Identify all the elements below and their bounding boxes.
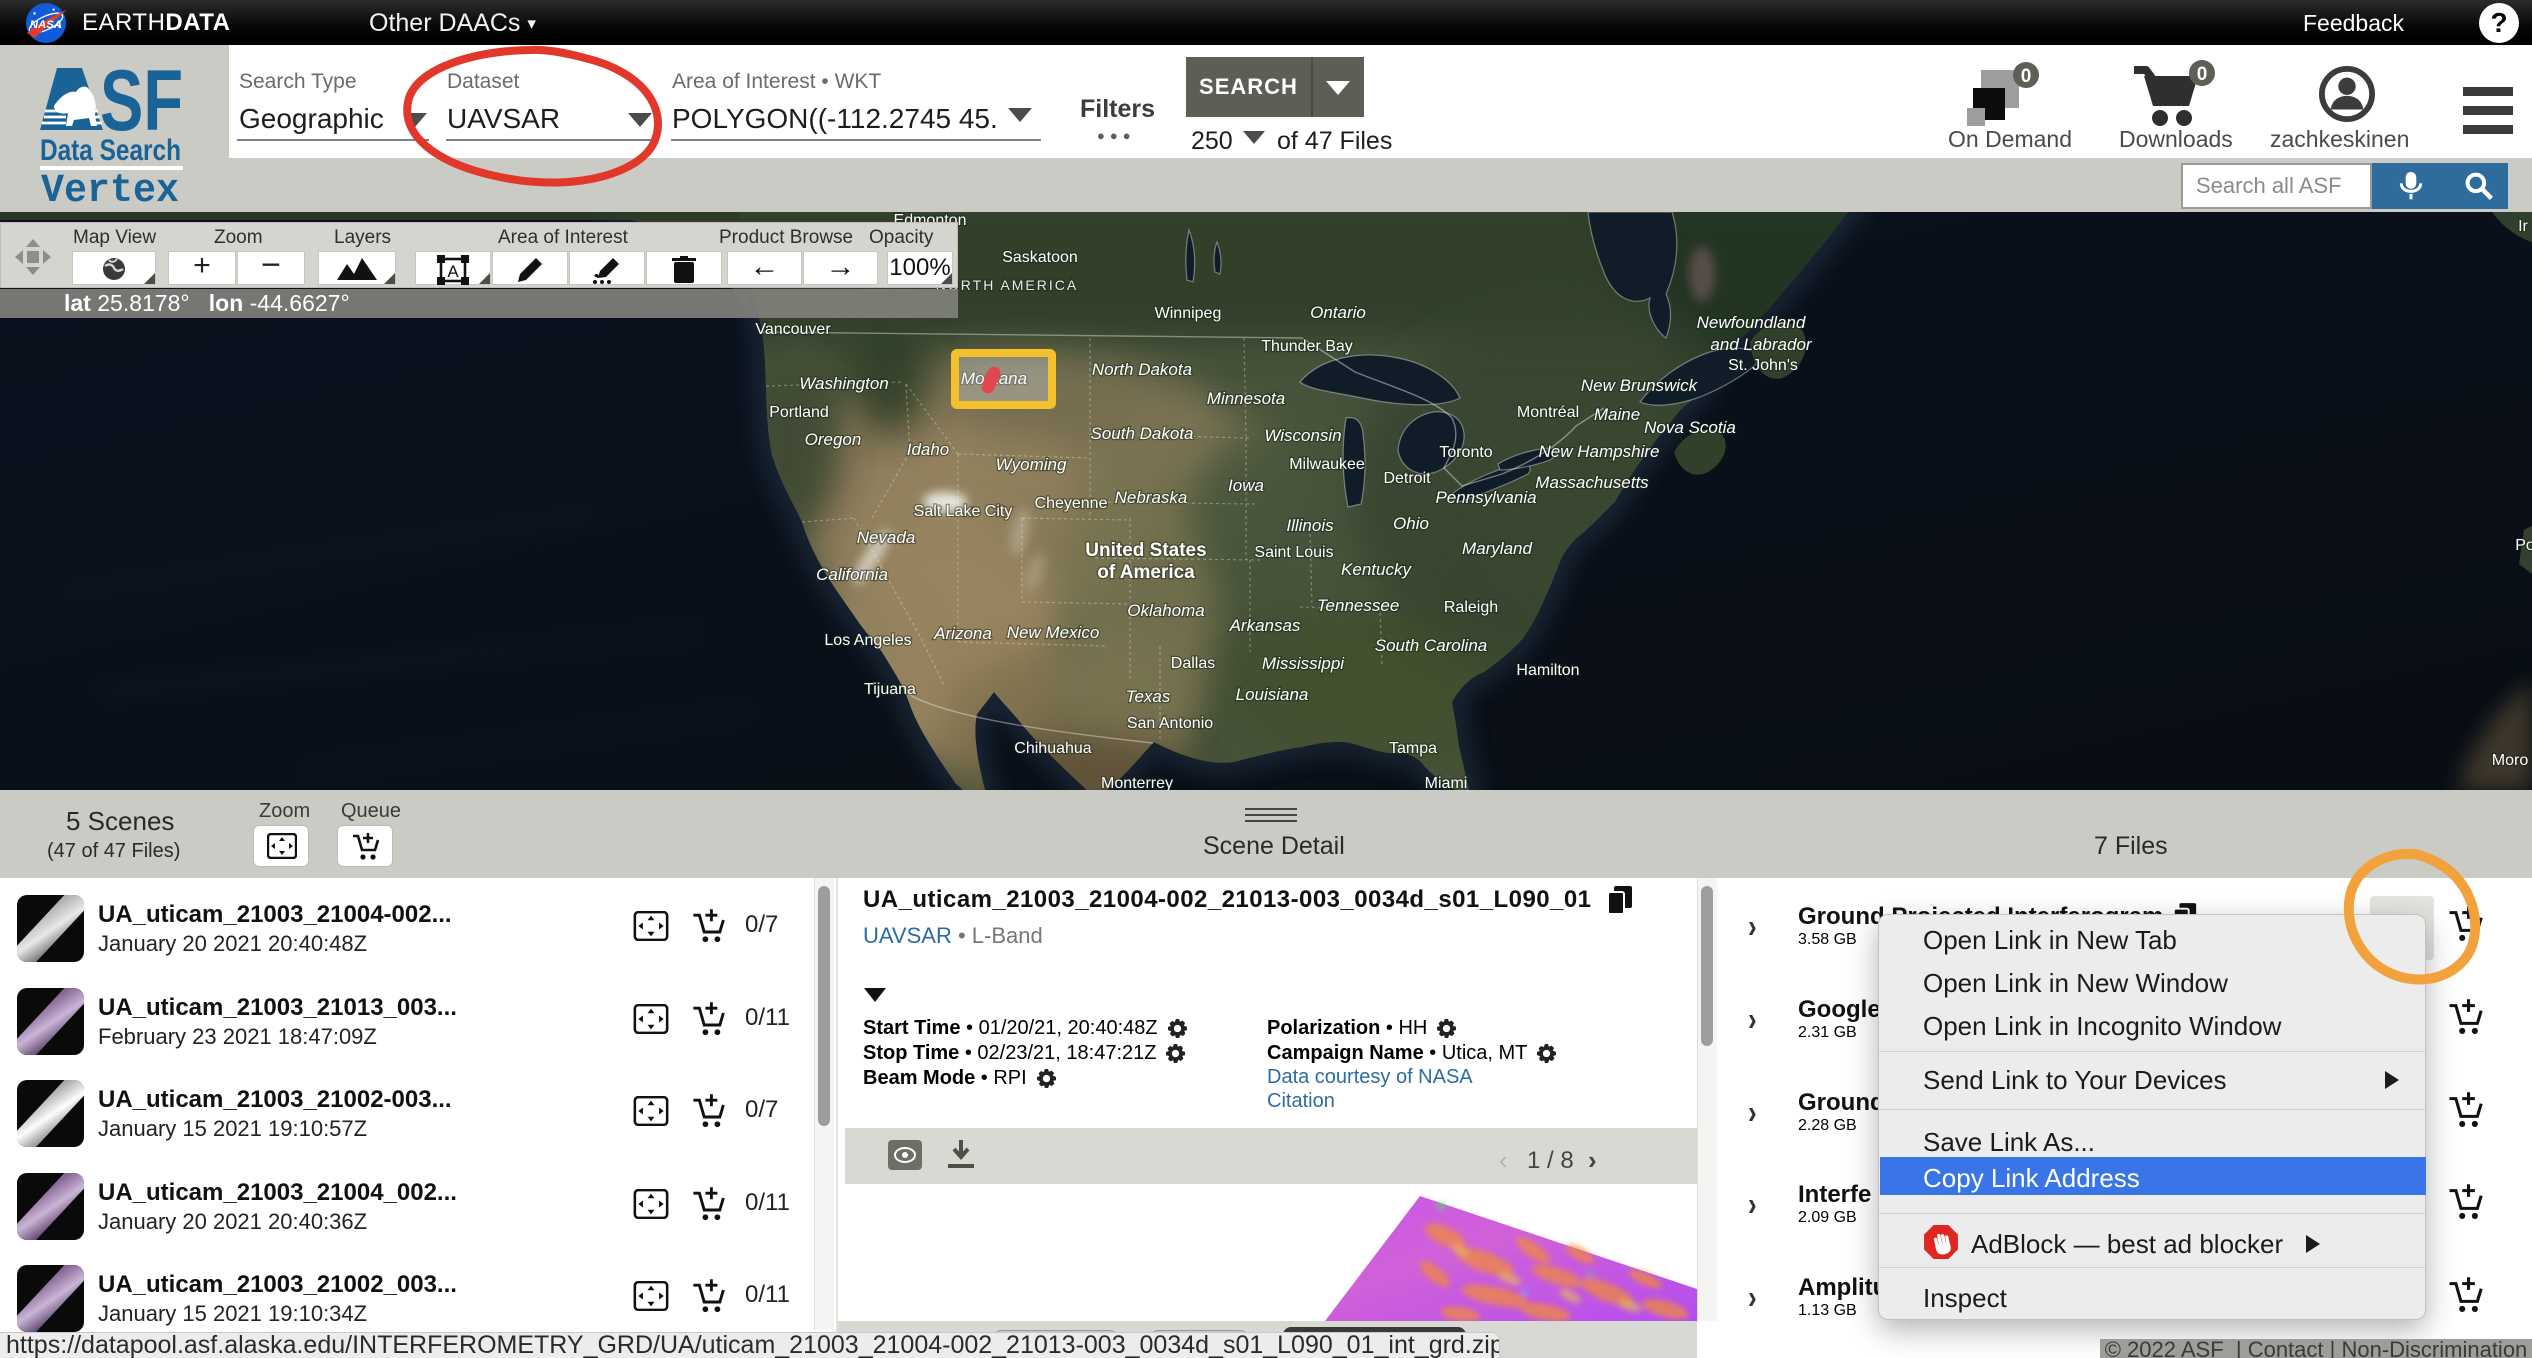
svg-text:Nova Scotia: Nova Scotia: [1644, 418, 1736, 437]
svg-text:Miami: Miami: [1425, 775, 1468, 790]
svg-text:Arizona: Arizona: [933, 624, 992, 643]
svg-text:Mississippi: Mississippi: [1262, 654, 1345, 673]
svg-text:Thunder Bay: Thunder Bay: [1261, 338, 1353, 355]
svg-text:Po: Po: [2515, 537, 2532, 554]
svg-text:Hamilton: Hamilton: [1516, 662, 1579, 679]
svg-text:Milwaukee: Milwaukee: [1289, 456, 1365, 473]
svg-text:and Labrador: and Labrador: [1710, 335, 1812, 354]
svg-text:Portland: Portland: [769, 404, 829, 421]
svg-text:South Dakota: South Dakota: [1090, 424, 1193, 443]
svg-text:0: 0: [2021, 66, 2032, 87]
svg-text:Kentucky: Kentucky: [1341, 560, 1412, 579]
svg-text:Moro: Moro: [2492, 752, 2529, 769]
svg-text:Minnesota: Minnesota: [1207, 389, 1285, 408]
svg-text:Pennsylvania: Pennsylvania: [1435, 488, 1536, 507]
svg-text:United States: United States: [1085, 540, 1206, 561]
svg-text:Oregon: Oregon: [805, 430, 862, 449]
svg-text:Newfoundland: Newfoundland: [1697, 313, 1806, 332]
svg-text:Detroit: Detroit: [1383, 470, 1431, 487]
svg-text:Cheyenne: Cheyenne: [1035, 495, 1108, 512]
svg-text:St. John's: St. John's: [1728, 357, 1798, 374]
svg-text:Arkansas: Arkansas: [1229, 616, 1301, 635]
svg-text:Los Angeles: Los Angeles: [824, 632, 911, 649]
svg-text:South Carolina: South Carolina: [1375, 636, 1487, 655]
svg-text:Ohio: Ohio: [1393, 514, 1429, 533]
svg-text:New Hampshire: New Hampshire: [1539, 442, 1660, 461]
svg-text:Raleigh: Raleigh: [1444, 599, 1498, 616]
svg-text:Nevada: Nevada: [857, 528, 916, 547]
svg-text:Illinois: Illinois: [1286, 516, 1334, 535]
svg-text:Nebraska: Nebraska: [1115, 488, 1188, 507]
svg-text:Vancouver: Vancouver: [755, 321, 831, 338]
svg-text:Ir: Ir: [2518, 218, 2528, 235]
svg-text:Maryland: Maryland: [1462, 539, 1532, 558]
svg-text:Massachusetts: Massachusetts: [1535, 473, 1649, 492]
svg-text:0: 0: [2197, 64, 2208, 85]
svg-text:Saskatoon: Saskatoon: [1002, 249, 1078, 266]
svg-text:Monterrey: Monterrey: [1101, 775, 1173, 790]
svg-text:Vertex: Vertex: [41, 169, 179, 204]
svg-text:Toronto: Toronto: [1439, 444, 1492, 461]
svg-text:NASA: NASA: [30, 19, 62, 31]
svg-text:Wyoming: Wyoming: [996, 455, 1067, 474]
svg-text:North Dakota: North Dakota: [1092, 360, 1192, 379]
svg-text:A: A: [447, 262, 459, 281]
svg-text:Louisiana: Louisiana: [1236, 685, 1309, 704]
svg-text:of America: of America: [1097, 562, 1195, 583]
svg-text:Maine: Maine: [1594, 405, 1640, 424]
svg-text:Tampa: Tampa: [1389, 740, 1437, 757]
svg-text:Saint Louis: Saint Louis: [1254, 544, 1333, 561]
svg-text:Washington: Washington: [799, 374, 888, 393]
svg-text:Salt Lake City: Salt Lake City: [914, 503, 1013, 520]
svg-text:Idaho: Idaho: [907, 440, 950, 459]
svg-text:Chihuahua: Chihuahua: [1014, 740, 1092, 757]
svg-text:Montréal: Montréal: [1517, 404, 1579, 421]
svg-text:Ontario: Ontario: [1310, 303, 1366, 322]
svg-text:New Mexico: New Mexico: [1007, 623, 1100, 642]
svg-text:Winnipeg: Winnipeg: [1155, 305, 1222, 322]
svg-text:Oklahoma: Oklahoma: [1127, 601, 1204, 620]
svg-text:San Antonio: San Antonio: [1127, 715, 1213, 732]
svg-text:Texas: Texas: [1126, 687, 1171, 706]
svg-text:Iowa: Iowa: [1228, 476, 1264, 495]
svg-text:California: California: [816, 565, 888, 584]
svg-text:Data Search: Data Search: [40, 134, 181, 167]
svg-text:New Brunswick: New Brunswick: [1581, 376, 1699, 395]
svg-text:Tijuana: Tijuana: [864, 681, 916, 698]
svg-text:Tennessee: Tennessee: [1317, 596, 1400, 615]
svg-text:Wisconsin: Wisconsin: [1264, 426, 1341, 445]
svg-text:Dallas: Dallas: [1171, 655, 1215, 672]
